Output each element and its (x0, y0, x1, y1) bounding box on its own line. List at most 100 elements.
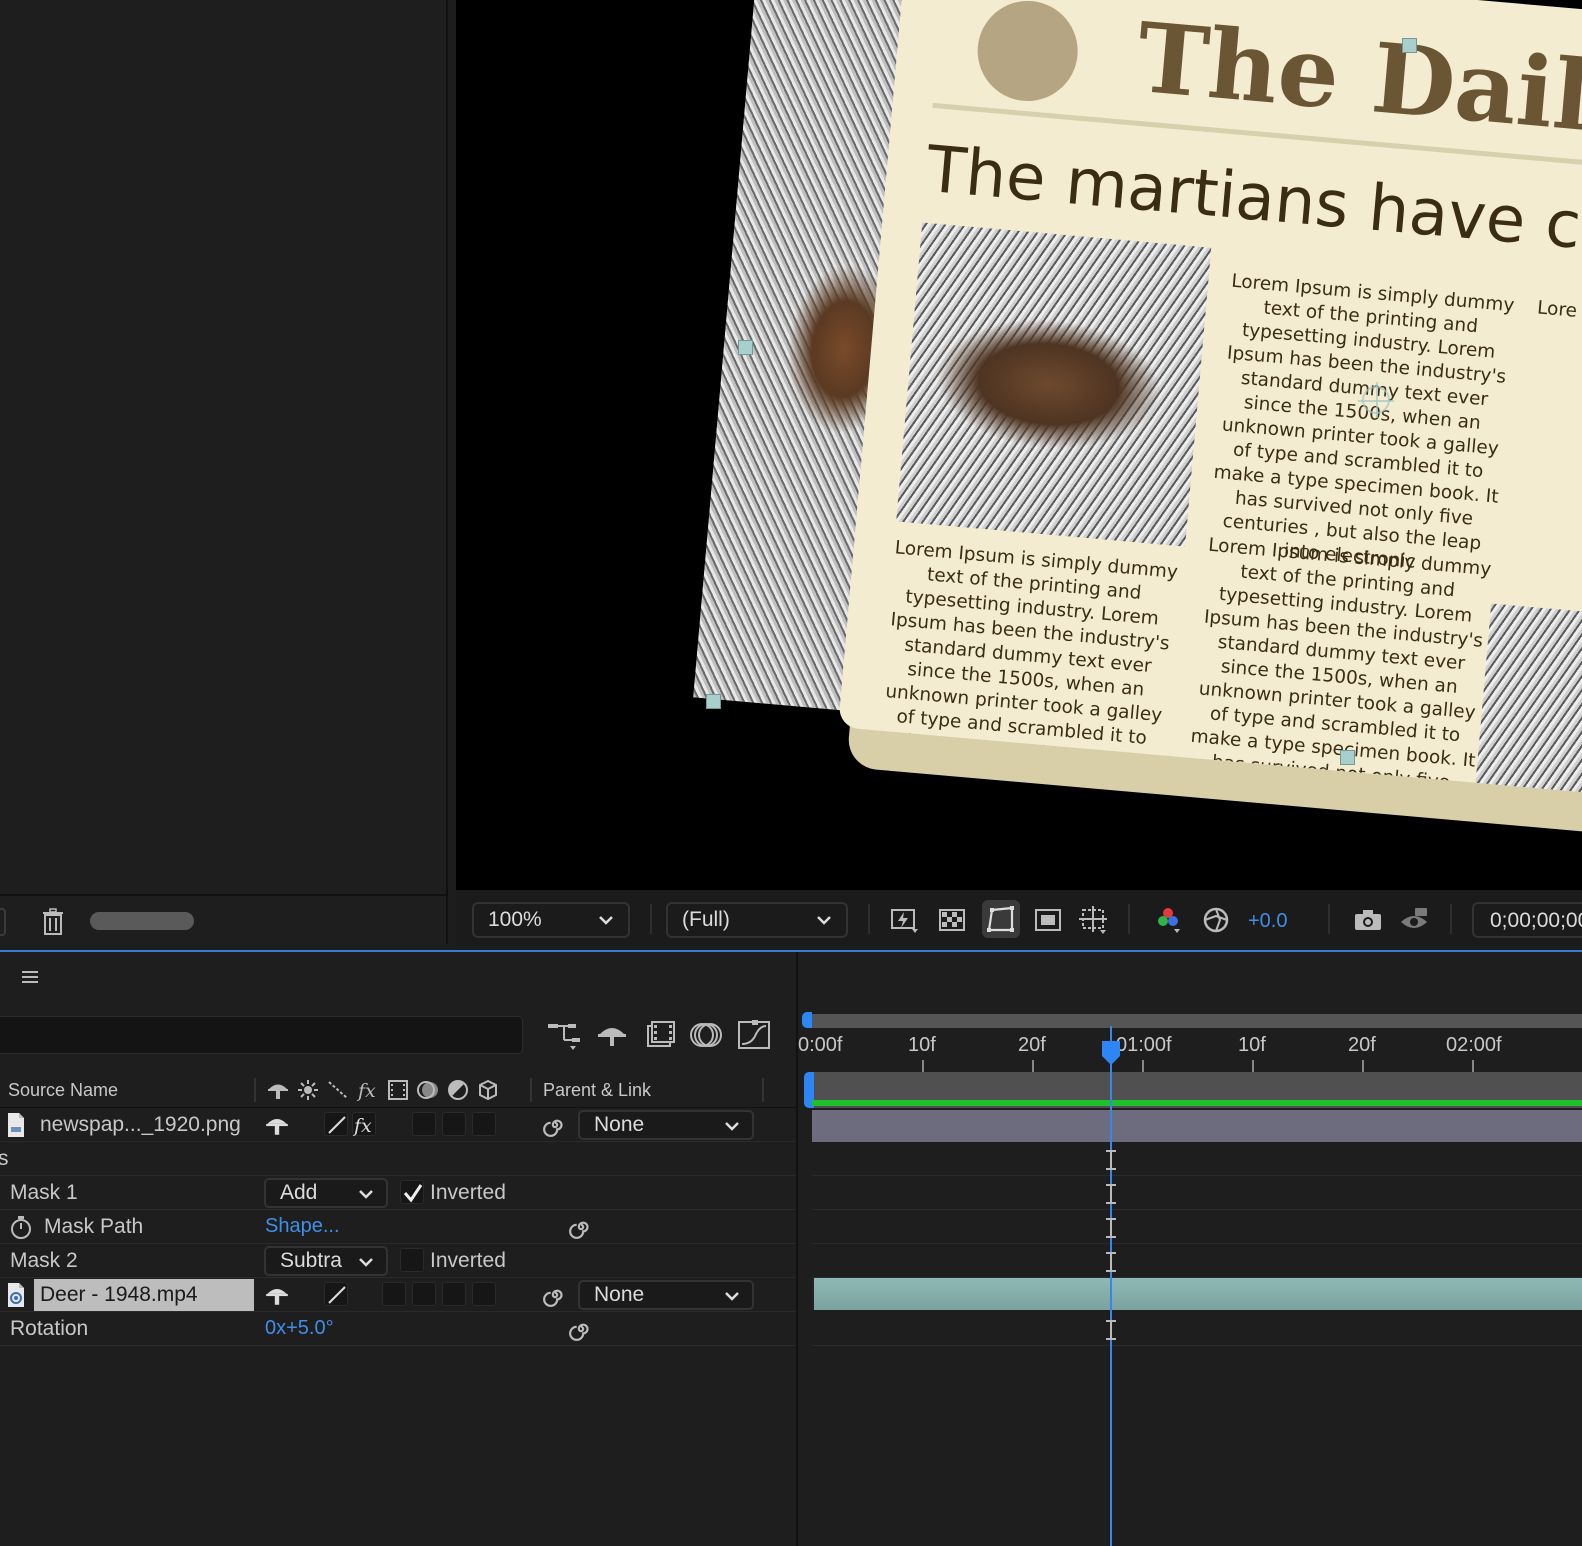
mask-row[interactable]: Mask 2 Subtra Inverted (0, 1244, 796, 1278)
anchor-point-icon[interactable] (1358, 382, 1394, 418)
pick-whip-icon[interactable] (568, 1214, 594, 1240)
3d-layer-switch-icon[interactable] (476, 1078, 500, 1102)
motion-blur-switch-icon[interactable] (416, 1078, 440, 1102)
channels-icon[interactable] (1152, 904, 1184, 936)
frame-blend-switch[interactable] (412, 1282, 436, 1306)
transparency-grid-icon[interactable] (936, 904, 968, 936)
rotation-value[interactable]: 0x+5.0° (265, 1317, 334, 1340)
effects-switch[interactable]: fx (352, 1112, 376, 1137)
shy-switch-icon[interactable] (264, 1282, 290, 1308)
mask-name[interactable]: Mask 1 (10, 1181, 78, 1205)
mask-visibility-icon[interactable] (982, 900, 1020, 938)
layer-handle[interactable] (706, 694, 721, 709)
layer-search-input[interactable] (0, 1016, 523, 1054)
layer-handle[interactable] (738, 340, 753, 355)
region-of-interest-icon[interactable] (1032, 904, 1064, 936)
effects-switch[interactable] (382, 1282, 406, 1306)
work-area-bar[interactable] (810, 1014, 1582, 1028)
source-name-header[interactable]: Source Name (8, 1080, 118, 1101)
shy-layers-icon[interactable] (594, 1018, 630, 1052)
composition-viewer[interactable]: The Daily The martians have come Lorem I… (456, 0, 1582, 890)
trash-icon[interactable] (40, 908, 66, 936)
adjustment-switch[interactable] (472, 1282, 496, 1306)
svg-text:fx: fx (353, 1115, 372, 1137)
layer-handle[interactable] (1402, 38, 1417, 53)
layer-row-selected[interactable]: Deer - 1948.mp4 None (0, 1278, 796, 1312)
adjustment-layer-switch-icon[interactable] (446, 1078, 470, 1102)
shy-switch-icon[interactable] (264, 1112, 290, 1138)
mask-inverted-checkbox[interactable] (400, 1248, 424, 1272)
quality-switch[interactable] (324, 1112, 348, 1136)
mask-mode-value: Add (280, 1181, 318, 1204)
shy-switch-icon[interactable] (266, 1078, 290, 1102)
stopwatch-icon[interactable] (8, 1214, 34, 1240)
layer-handle[interactable] (1340, 750, 1355, 765)
layer-bar-deer[interactable] (812, 1278, 1582, 1310)
playhead-line[interactable] (1110, 1026, 1112, 1546)
motion-blur-switch[interactable] (442, 1112, 466, 1136)
layer-name[interactable]: newspap..._1920.png (40, 1113, 241, 1137)
mask-row[interactable]: Mask 1 Add Inverted (0, 1176, 796, 1210)
property-name[interactable]: Mask Path (44, 1215, 143, 1239)
frame-blend-switch[interactable] (412, 1112, 436, 1136)
snapshot-camera-icon[interactable] (1352, 904, 1384, 936)
frame-blend-switch-icon[interactable] (386, 1078, 410, 1102)
svg-text:fx: fx (356, 1080, 376, 1102)
parent-value: None (594, 1283, 645, 1306)
rotation-degrees[interactable]: +5.0° (286, 1317, 333, 1339)
current-time-field[interactable]: 0;00;00;00 (1472, 902, 1582, 938)
resolution-dropdown[interactable]: (Full) (666, 902, 848, 938)
mask-inverted-checkbox[interactable] (400, 1180, 424, 1204)
pick-whip-icon[interactable] (568, 1316, 594, 1342)
quality-switch[interactable] (324, 1282, 348, 1306)
rotation-row[interactable]: Rotation 0x+5.0° (0, 1312, 796, 1346)
pick-whip-icon[interactable] (542, 1282, 568, 1308)
playhead-handle-icon[interactable] (1100, 1040, 1122, 1066)
effects-switch-icon[interactable]: fx (356, 1078, 380, 1102)
property-name[interactable]: Rotation (10, 1317, 88, 1341)
mask-mode-dropdown[interactable]: Add (264, 1178, 388, 1208)
adjustment-switch[interactable] (472, 1112, 496, 1136)
newspaper-layer[interactable]: The Daily The martians have come Lorem I… (838, 0, 1582, 797)
mask-mode-dropdown[interactable]: Subtra (264, 1246, 388, 1276)
parent-link-header[interactable]: Parent & Link (543, 1080, 651, 1101)
panel-menu-icon[interactable] (20, 968, 40, 986)
layer-name[interactable]: Deer - 1948.mp4 (40, 1283, 198, 1307)
track-row (812, 1210, 1582, 1244)
color-management-icon[interactable] (1200, 904, 1232, 936)
layer-bar-newspaper[interactable] (812, 1110, 1582, 1142)
pick-whip-icon[interactable] (542, 1112, 568, 1138)
parent-dropdown[interactable]: None (578, 1110, 754, 1140)
quality-switch-icon[interactable] (326, 1078, 350, 1102)
frame-blending-icon[interactable] (642, 1018, 678, 1052)
ruler-label: 10f (1238, 1034, 1266, 1056)
ruler-label: 20f (1018, 1034, 1046, 1056)
exposure-value[interactable]: +0.0 (1248, 910, 1287, 933)
rotation-revolutions[interactable]: 0x (265, 1317, 286, 1339)
column-separator (762, 1078, 764, 1102)
timeline-tracks[interactable]: 0:00f 10f 20f 01:00f 10f 20f 02:00f (796, 952, 1582, 1546)
mask-path-row[interactable]: Mask Path Shape... (0, 1210, 796, 1244)
comp-flowchart-icon[interactable] (546, 1018, 582, 1052)
work-area-start-handle[interactable] (802, 1012, 812, 1028)
layer-row[interactable]: newspap..._1920.png fx None (0, 1108, 796, 1142)
toolbar-separator (1450, 904, 1452, 934)
parent-dropdown[interactable]: None (578, 1280, 754, 1310)
masks-group-label[interactable]: s (0, 1147, 9, 1171)
ruler-label: 02:00f (1446, 1034, 1502, 1056)
motion-blur-switch[interactable] (442, 1282, 466, 1306)
motion-blur-icon[interactable] (690, 1018, 726, 1052)
collapse-switch-icon[interactable] (296, 1078, 320, 1102)
show-snapshot-icon[interactable] (1398, 904, 1430, 936)
guides-options-icon[interactable] (1078, 904, 1110, 936)
zoom-dropdown[interactable]: 100% (472, 902, 630, 938)
fast-previews-icon[interactable] (888, 904, 920, 936)
new-item-button[interactable] (0, 908, 6, 936)
ruler-label: 01:00f (1116, 1034, 1172, 1056)
masks-group-row[interactable]: s (0, 1142, 796, 1176)
project-scrollbar[interactable] (90, 912, 194, 930)
time-ruler[interactable]: 0:00f 10f 20f 01:00f 10f 20f 02:00f (798, 1028, 1582, 1072)
graph-editor-icon[interactable] (736, 1018, 772, 1052)
mask-name[interactable]: Mask 2 (10, 1249, 78, 1273)
mask-path-value[interactable]: Shape... (265, 1215, 340, 1238)
